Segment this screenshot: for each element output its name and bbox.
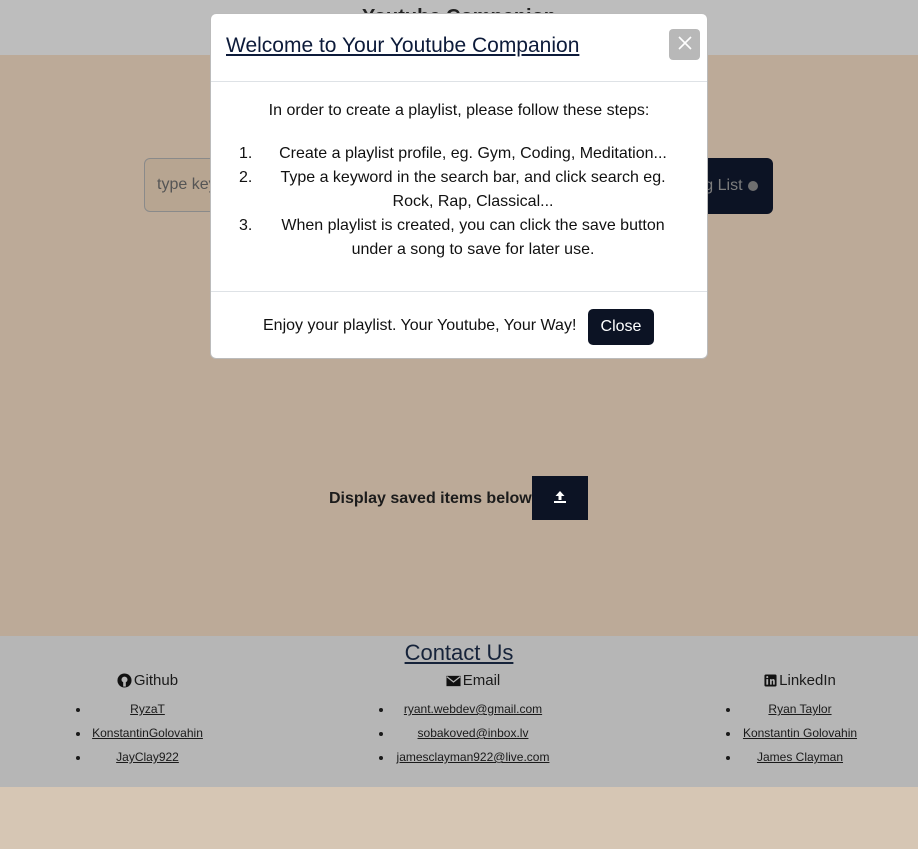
step-item: 2. Type a keyword in the search bar, and … [211, 166, 707, 214]
github-icon [117, 673, 132, 688]
github-list: RyzaT KonstantinGolovahin JayClay922 [90, 701, 205, 773]
email-heading: Email [393, 672, 553, 689]
linkedin-heading: LinkedIn [740, 672, 860, 689]
modal-footer-text: Enjoy your playlist. Your Youtube, Your … [263, 317, 577, 334]
email-list: ryant.webdev@gmail.com sobakoved@inbox.l… [393, 701, 553, 773]
modal-title: Welcome to Your Youtube Companion [226, 34, 580, 57]
steps-list: 1. Create a playlist profile, eg. Gym, Co… [211, 142, 707, 262]
step-item: 3. When playlist is created, you can clic… [211, 214, 707, 262]
step-text: Type a keyword in the search bar, and cl… [280, 169, 666, 210]
modal-intro: In order to create a playlist, please fo… [268, 102, 650, 119]
email-column: Email ryant.webdev@gmail.com sobakoved@i… [393, 672, 553, 773]
github-link[interactable]: RyzaT [130, 701, 165, 717]
close-icon [677, 36, 692, 50]
linkedin-link[interactable]: Ryan Taylor [768, 701, 831, 717]
modal-header: Welcome to Your Youtube Companion [211, 14, 707, 82]
email-link[interactable]: jamesclayman922@live.com [397, 749, 550, 765]
linkedin-list: Ryan Taylor Konstantin Golovahin James C… [740, 701, 860, 773]
modal-close-x-button[interactable] [669, 29, 700, 60]
list-item: RyzaT [90, 701, 205, 725]
modal-footer: Enjoy your playlist. Your Youtube, Your … [211, 292, 707, 360]
github-column: Github RyzaT KonstantinGolovahin JayClay… [90, 672, 205, 773]
page-bottom [0, 787, 918, 849]
display-saved-button[interactable] [532, 476, 588, 520]
step-item: 1. Create a playlist profile, eg. Gym, Co… [211, 142, 707, 166]
list-item: JayClay922 [90, 749, 205, 773]
step-number: 3. [239, 217, 253, 234]
close-button[interactable]: Close [588, 309, 654, 345]
linkedin-column: LinkedIn Ryan Taylor Konstantin Golovahi… [740, 672, 860, 773]
linkedin-label: LinkedIn [779, 672, 836, 689]
list-item: James Clayman [740, 749, 860, 773]
upload-icon [554, 490, 566, 503]
step-text: When playlist is created, you can click … [281, 217, 665, 258]
step-number: 2. [239, 169, 253, 186]
list-item: sobakoved@inbox.lv [393, 725, 553, 749]
list-item: KonstantinGolovahin [90, 725, 205, 749]
envelope-icon [446, 675, 461, 686]
list-item: Konstantin Golovahin [740, 725, 860, 749]
list-item: Ryan Taylor [740, 701, 860, 725]
github-heading: Github [90, 672, 205, 689]
github-label: Github [133, 672, 179, 689]
contact-footer: Contact Us Github RyzaT KonstantinGolova… [0, 636, 918, 787]
list-item: jamesclayman922@live.com [393, 749, 553, 773]
contact-title: Contact Us [404, 640, 514, 665]
github-link[interactable]: KonstantinGolovahin [92, 725, 203, 741]
step-number: 1. [239, 145, 253, 162]
linkedin-icon [764, 674, 777, 687]
modal-body: In order to create a playlist, please fo… [211, 82, 707, 292]
linkedin-link[interactable]: Konstantin Golovahin [743, 725, 857, 741]
list-item: ryant.webdev@gmail.com [393, 701, 553, 725]
email-link[interactable]: sobakoved@inbox.lv [418, 725, 529, 741]
linkedin-link[interactable]: James Clayman [757, 749, 843, 765]
step-text: Create a playlist profile, eg. Gym, Codi… [279, 145, 667, 162]
music-icon [748, 180, 758, 191]
saved-items-label: Display saved items below [329, 490, 532, 507]
github-link[interactable]: JayClay922 [116, 749, 179, 765]
email-link[interactable]: ryant.webdev@gmail.com [404, 701, 542, 717]
welcome-modal: Welcome to Your Youtube Companion In ord… [210, 13, 708, 359]
email-label: Email [462, 672, 501, 689]
